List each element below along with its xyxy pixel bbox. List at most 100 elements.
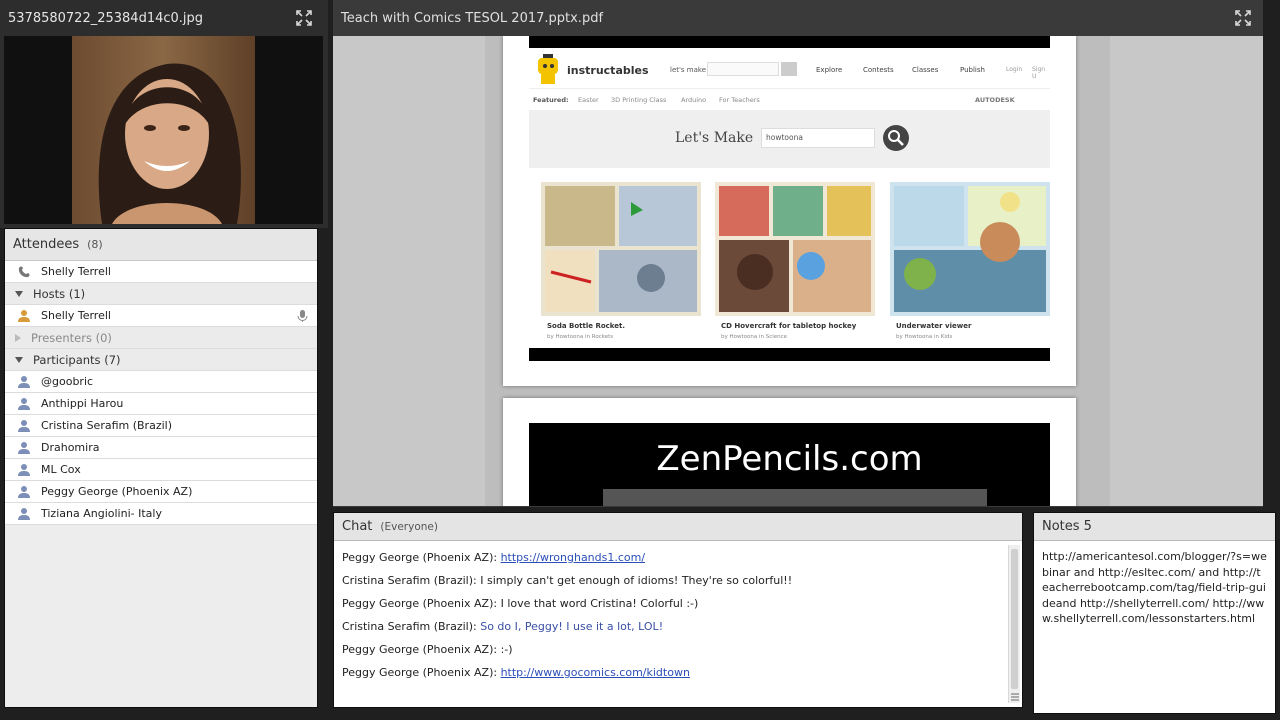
search-value: howtoona	[766, 133, 803, 142]
participant-name: Drahomira	[41, 441, 100, 454]
user-icon	[18, 375, 30, 388]
card-byline: by Howtoona in Science	[721, 334, 788, 340]
card-title: CD Hovercraft for tabletop hockey	[721, 322, 857, 330]
share-pod: Teach with Comics TESOL 2017.pptx.pdf in…	[333, 0, 1263, 507]
zenpencils-heading: ZenPencils.com	[656, 439, 923, 479]
presenters-label: Presenters (0)	[31, 330, 112, 345]
chat-message: Cristina Serafim (Brazil): I simply can'…	[342, 574, 1006, 597]
maximize-icon[interactable]	[296, 10, 312, 26]
chat-audience[interactable]: (Everyone)	[380, 521, 438, 533]
chat-message: Peggy George (Phoenix AZ): https://wrong…	[342, 551, 1006, 574]
featured-label: Featured:	[533, 96, 569, 104]
signup-link[interactable]: Sign U	[1032, 66, 1050, 80]
chat-messages: Peggy George (Phoenix AZ): https://wrong…	[334, 541, 1006, 707]
participant-name: Tiziana Angiolini- Italy	[41, 507, 162, 520]
chat-text: :-)	[500, 643, 513, 656]
chat-link[interactable]: http://www.gocomics.com/kidtown	[501, 666, 690, 679]
document-viewer[interactable]: instructables let's make Explore Contest…	[333, 36, 1263, 506]
nav-contests[interactable]: Contests	[863, 66, 894, 74]
featured-item[interactable]: Arduino	[681, 96, 706, 104]
lets-make-small: let's make	[670, 66, 707, 74]
attendees-title: Attendees	[13, 237, 80, 252]
attendee-name: Shelly Terrell	[41, 265, 111, 278]
share-pod-header: Teach with Comics TESOL 2017.pptx.pdf	[333, 0, 1263, 36]
nav-explore[interactable]: Explore	[816, 66, 842, 74]
phone-icon	[18, 266, 30, 277]
phone-attendee-row[interactable]: Shelly Terrell	[5, 261, 317, 283]
lets-make-search-input[interactable]: howtoona	[761, 128, 875, 148]
notes-text[interactable]: http://americantesol.com/blogger/?s=webi…	[1042, 549, 1267, 627]
participant-row[interactable]: @goobric	[5, 371, 317, 393]
camera-pod-header: 5378580722_25384d14c0.jpg	[0, 0, 328, 36]
participant-row[interactable]: Cristina Serafim (Brazil)	[5, 415, 317, 437]
robot-logo-icon	[538, 54, 558, 84]
host-name: Shelly Terrell	[41, 309, 111, 322]
camera-pod: 5378580722_25384d14c0.jpg	[0, 0, 328, 228]
camera-pod-title: 5378580722_25384d14c0.jpg	[8, 10, 204, 26]
chat-sender: Cristina Serafim (Brazil):	[342, 574, 477, 587]
user-icon	[18, 507, 30, 520]
chat-sender: Peggy George (Phoenix AZ):	[342, 551, 498, 564]
featured-item[interactable]: Easter	[578, 96, 599, 104]
featured-item[interactable]: For Teachers	[719, 96, 760, 104]
participant-row[interactable]: ML Cox	[5, 459, 317, 481]
scroll-thumb[interactable]	[1011, 549, 1018, 689]
attendees-count: (8)	[87, 238, 103, 251]
webcam-frame	[4, 36, 323, 224]
presenters-section[interactable]: Presenters (0)	[5, 327, 317, 349]
featured-item[interactable]: 3D Printing Class	[611, 96, 666, 104]
scroll-menu-icon[interactable]	[1010, 693, 1020, 701]
lets-make-title: Let's Make	[675, 130, 754, 146]
zenpencils-banner: ZenPencils.com	[529, 423, 1050, 506]
maximize-icon[interactable]	[1235, 10, 1251, 26]
participant-name: Cristina Serafim (Brazil)	[41, 419, 173, 432]
project-card[interactable]: CD Hovercraft for tabletop hockey by How…	[715, 182, 875, 342]
participant-row[interactable]: Tiziana Angiolini- Italy	[5, 503, 317, 525]
chat-text: I simply can't get enough of idioms! The…	[480, 574, 793, 587]
browser-topbar	[529, 36, 1050, 48]
user-icon	[18, 397, 30, 410]
participant-row[interactable]: Peggy George (Phoenix AZ)	[5, 481, 317, 503]
user-icon	[18, 419, 30, 432]
participant-row[interactable]: Anthippi Harou	[5, 393, 317, 415]
chat-sender: Peggy George (Phoenix AZ):	[342, 643, 498, 656]
nav-publish[interactable]: Publish	[960, 66, 985, 74]
header-search-button[interactable]	[781, 62, 797, 76]
hosts-section[interactable]: Hosts (1)	[5, 283, 317, 305]
lets-make-banner: Let's Make howtoona	[529, 110, 1050, 168]
host-row[interactable]: Shelly Terrell	[5, 305, 317, 327]
slide-page-1: instructables let's make Explore Contest…	[503, 36, 1076, 386]
comic-thumbnail	[715, 182, 875, 316]
microphone-icon	[297, 309, 308, 322]
autodesk-logo: AUTODESK	[975, 96, 1015, 104]
browser-bottombar	[529, 348, 1050, 361]
nav-classes[interactable]: Classes	[912, 66, 938, 74]
instructables-header: instructables let's make Explore Contest…	[529, 48, 1050, 110]
chat-text: I love that word Cristina! Colorful :-)	[500, 597, 699, 610]
instructables-brand: instructables	[567, 64, 649, 77]
presenter-photo	[72, 36, 255, 224]
login-link[interactable]: Login	[1006, 66, 1022, 73]
participant-row[interactable]: Drahomira	[5, 437, 317, 459]
search-button[interactable]	[883, 125, 909, 151]
participant-name: Anthippi Harou	[41, 397, 124, 410]
collapse-icon	[15, 290, 23, 297]
user-icon	[18, 485, 30, 498]
collapse-icon	[15, 356, 23, 363]
chat-scrollbar[interactable]	[1008, 545, 1020, 703]
participants-label: Participants (7)	[33, 352, 121, 367]
header-search-input[interactable]	[707, 62, 779, 76]
project-card[interactable]: Underwater viewer by Howtoona in Kids	[890, 182, 1050, 342]
participants-section[interactable]: Participants (7)	[5, 349, 317, 371]
hosts-label: Hosts (1)	[33, 286, 86, 301]
chat-text: So do I, Peggy! I use it a lot, LOL!	[480, 620, 664, 633]
comic-thumbnail	[541, 182, 701, 316]
chat-link[interactable]: https://wronghands1.com/	[501, 551, 645, 564]
participant-name: ML Cox	[41, 463, 81, 476]
chat-pod: Chat (Everyone) Peggy George (Phoenix AZ…	[333, 512, 1023, 708]
user-icon	[18, 463, 30, 476]
attendees-header: Attendees (8)	[5, 229, 317, 261]
participant-name: @goobric	[41, 375, 94, 388]
project-card[interactable]: Soda Bottle Rocket. by Howtoona in Rocke…	[541, 182, 701, 342]
attendees-pod: Attendees (8) Shelly Terrell Hosts (1) S…	[4, 228, 318, 708]
